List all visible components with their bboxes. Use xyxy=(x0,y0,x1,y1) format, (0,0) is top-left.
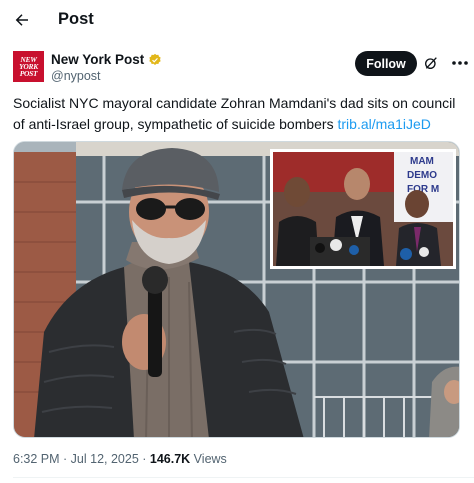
tweet-image[interactable]: MAM DEMO FOR M xyxy=(13,141,460,438)
back-button[interactable] xyxy=(12,8,32,32)
grok-icon[interactable] xyxy=(423,55,439,71)
follow-button[interactable]: Follow xyxy=(355,51,417,76)
view-count: 146.7K xyxy=(149,452,191,466)
page-title: Post xyxy=(58,10,94,28)
post-meta: 6:32 PM · Jul 12, 2025 · 146.7K Views xyxy=(13,452,227,466)
divider xyxy=(13,477,474,478)
author-name-row[interactable]: New York Post xyxy=(51,52,162,67)
top-bar: Post xyxy=(0,0,474,42)
author-name[interactable]: New York Post xyxy=(51,52,144,67)
arrow-left-icon xyxy=(15,14,28,26)
inset-sign-line-1: MAM xyxy=(410,156,434,167)
views-label: Views xyxy=(190,452,227,466)
photo-illustration: MAM DEMO FOR M xyxy=(14,142,459,437)
logo-line-3: POST xyxy=(19,69,38,78)
tweet-link[interactable]: trib.al/ma1iJeD xyxy=(338,116,431,132)
nypost-logo-avatar[interactable]: NEW YORK POST xyxy=(13,51,44,82)
post-author: NEW YORK POST New York Post @nypost Foll… xyxy=(13,51,474,87)
post-timestamp[interactable]: 6:32 PM · Jul 12, 2025 · xyxy=(13,452,150,466)
inset-sign-line-2: DEMO xyxy=(407,170,437,181)
more-options-button[interactable] xyxy=(450,54,470,72)
gold-verified-badge-icon xyxy=(149,53,161,65)
author-handle[interactable]: @nypost xyxy=(51,69,101,83)
tweet-text: Socialist NYC mayoral candidate Zohran M… xyxy=(13,93,463,135)
more-dots-icon xyxy=(452,61,468,65)
